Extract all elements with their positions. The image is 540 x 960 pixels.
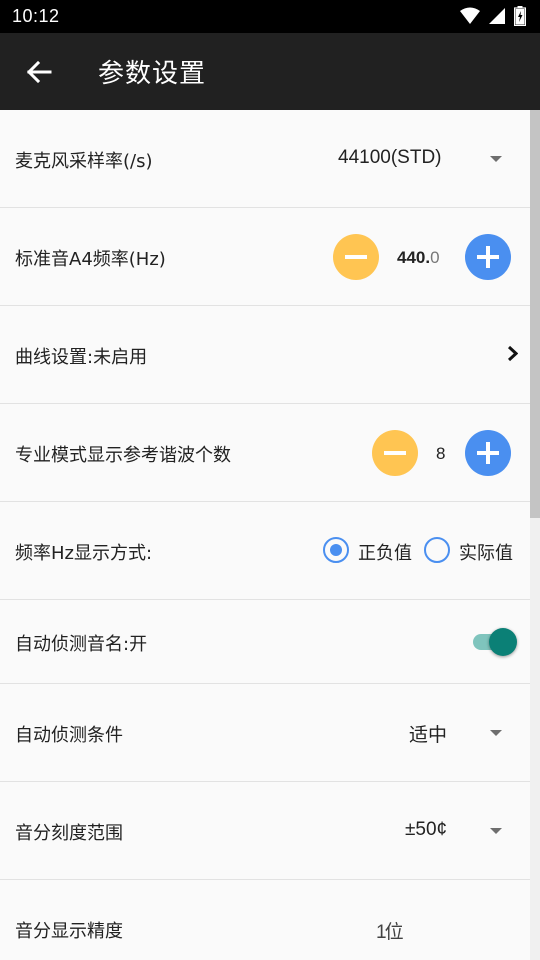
settings-list: 麦克风采样率(/s) 44100(STD) 标准音A4频率(Hz) 440.0 … — [0, 110, 530, 960]
wifi-icon — [460, 7, 480, 24]
app-bar: 参数设置 — [0, 33, 540, 110]
signal-icon — [489, 8, 505, 24]
setting-label: 曲线设置:未启用 — [15, 347, 148, 368]
dropdown-arrow-icon — [490, 828, 502, 834]
setting-row-curve-settings[interactable]: 曲线设置:未启用 — [0, 306, 530, 404]
setting-row-auto-detect-condition[interactable]: 自动侦测条件 适中 — [0, 684, 530, 782]
setting-label: 音分显示精度 — [15, 921, 123, 942]
harmonics-count-value: 8 — [436, 444, 446, 463]
radio-label-plus-minus[interactable]: 正负值 — [358, 539, 412, 565]
harmonics-decrease-button[interactable] — [372, 430, 418, 476]
toggle-thumb[interactable] — [489, 628, 517, 656]
minus-icon — [384, 451, 406, 455]
cent-range-dropdown[interactable]: ±50¢ — [405, 819, 447, 841]
cent-precision-dropdown[interactable]: 1位 — [376, 917, 404, 944]
setting-label: 麦克风采样率(/s) — [15, 151, 153, 172]
setting-label: 音分刻度范围 — [15, 823, 123, 844]
status-icons — [460, 6, 526, 26]
minus-icon — [345, 255, 367, 259]
chevron-right-icon — [507, 345, 518, 362]
setting-label: 专业模式显示参考谐波个数 — [15, 445, 231, 466]
plus-icon — [477, 246, 499, 268]
setting-row-a4-frequency: 标准音A4频率(Hz) 440.0 — [0, 208, 530, 306]
setting-label: 频率Hz显示方式: — [15, 543, 153, 564]
battery-icon — [514, 6, 526, 26]
a4-decrease-button[interactable] — [333, 234, 379, 280]
page-title: 参数设置 — [98, 59, 207, 89]
back-button[interactable] — [22, 55, 56, 89]
dropdown-arrow-icon — [490, 156, 502, 162]
setting-row-harmonics-count: 专业模式显示参考谐波个数 8 — [0, 404, 530, 502]
setting-label: 自动侦测条件 — [15, 725, 123, 746]
radio-label-actual-value[interactable]: 实际值 — [459, 539, 513, 565]
setting-row-cent-scale-range[interactable]: 音分刻度范围 ±50¢ — [0, 782, 530, 880]
setting-row-cent-precision[interactable]: 音分显示精度 1位 — [0, 880, 530, 960]
scrollbar-thumb[interactable] — [530, 110, 540, 518]
setting-row-mic-sample-rate[interactable]: 麦克风采样率(/s) 44100(STD) — [0, 110, 530, 208]
radio-plus-minus[interactable] — [323, 537, 349, 563]
setting-label: 标准音A4频率(Hz) — [15, 249, 166, 270]
plus-icon — [477, 442, 499, 464]
setting-row-freq-display-mode: 频率Hz显示方式: 正负值 实际值 — [0, 502, 530, 600]
status-bar: 10:12 — [0, 0, 540, 33]
a4-increase-button[interactable] — [465, 234, 511, 280]
setting-label: 自动侦测音名:开 — [15, 634, 148, 655]
setting-row-auto-detect-note: 自动侦测音名:开 — [0, 600, 530, 684]
sample-rate-dropdown[interactable]: 44100(STD) — [338, 147, 442, 169]
harmonics-increase-button[interactable] — [465, 430, 511, 476]
arrow-left-icon — [26, 61, 52, 83]
radio-actual-value[interactable] — [424, 537, 450, 563]
a4-frequency-value: 440.0 — [397, 248, 440, 267]
dropdown-arrow-icon — [490, 730, 502, 736]
status-time: 10:12 — [12, 6, 60, 26]
detect-condition-dropdown[interactable]: 适中 — [409, 720, 447, 747]
